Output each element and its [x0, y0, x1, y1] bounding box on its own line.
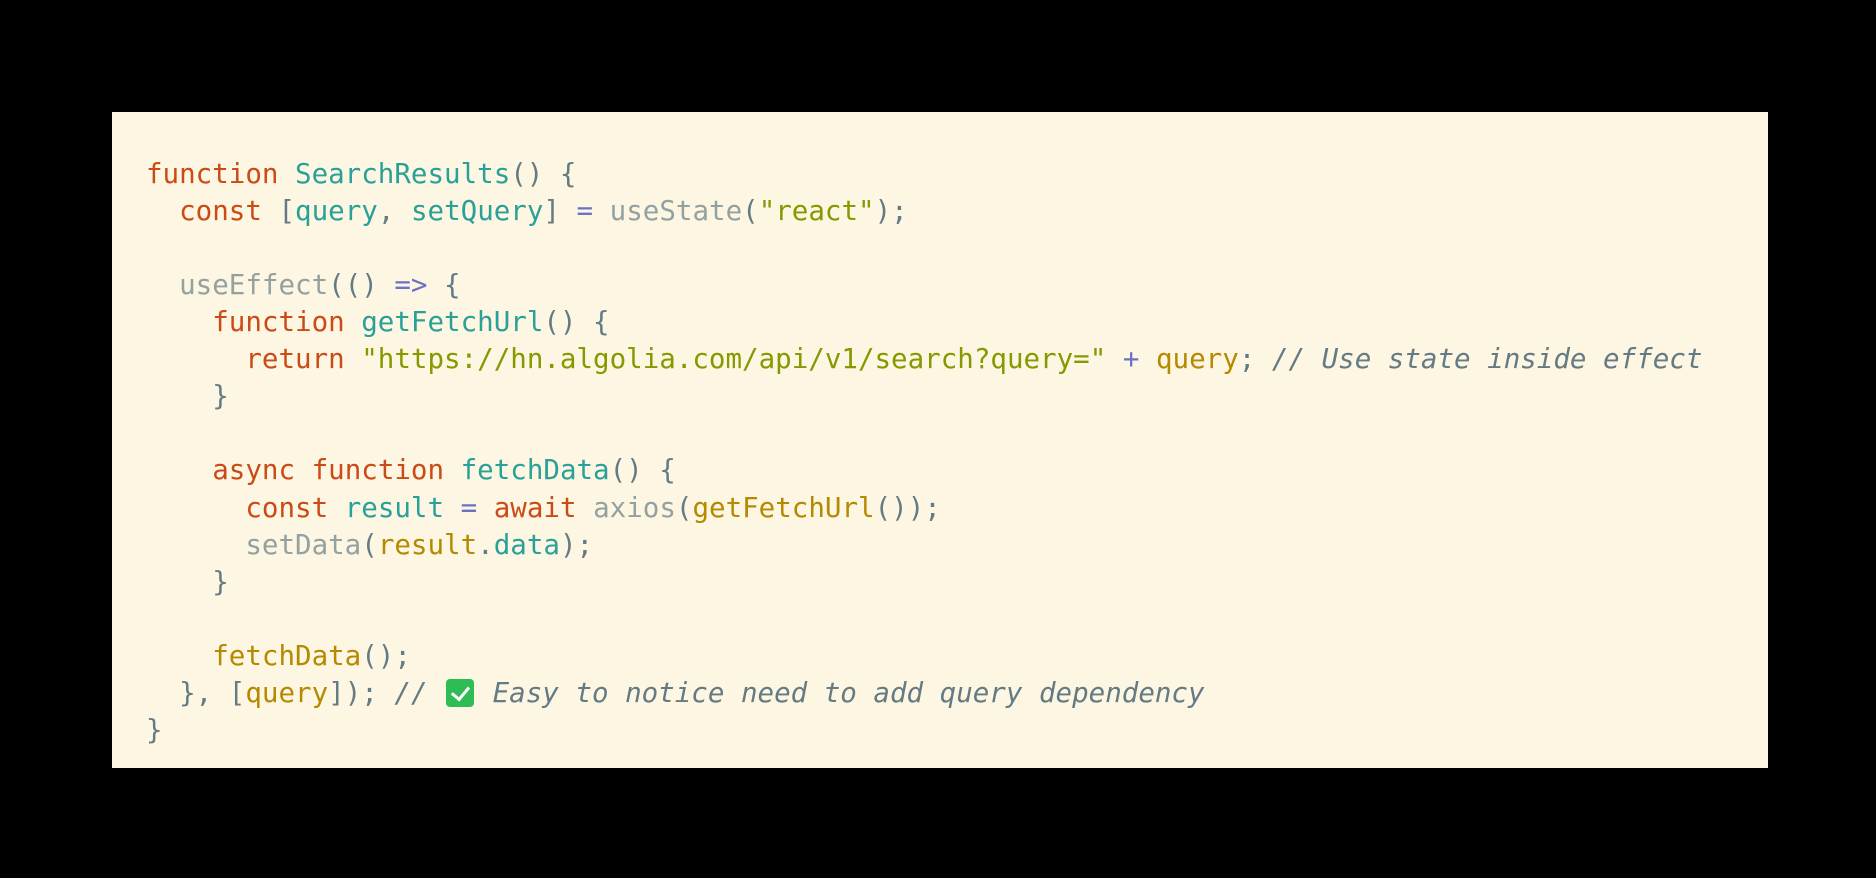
code-token-punct: }, [ [179, 677, 246, 709]
code-token-punct: ); [874, 195, 908, 227]
code-token-var: result [377, 529, 478, 561]
code-line: useEffect(() => { [146, 267, 461, 304]
code-token-var: fetchData [212, 640, 362, 672]
code-token-punct: () { [510, 158, 577, 190]
code-token-keyword: const [245, 492, 329, 524]
code-token-var: getFetchUrl [692, 492, 875, 524]
code-line: const [query, setQuery] = useState("reac… [146, 193, 908, 230]
code-token-name: result [344, 492, 445, 524]
code-line: fetchData(); [146, 638, 411, 675]
code-token-indent [146, 529, 245, 561]
code-token-punct: [ [278, 195, 296, 227]
code-token-name: query [295, 195, 378, 227]
code-token-punct: ]); [328, 677, 395, 709]
code-token-punct: } [212, 380, 229, 412]
code-token-call: axios [593, 492, 676, 524]
code-token-keyword: function [146, 158, 279, 190]
code-token-punct: () { [543, 306, 610, 338]
code-token-keyword: function [212, 306, 345, 338]
code-token-punct: ( [675, 492, 693, 524]
code-token-indent [146, 566, 212, 598]
code-line: } [146, 378, 229, 415]
check-mark-icon [446, 679, 475, 707]
code-token-indent [146, 380, 212, 412]
code-token-comment: // [394, 677, 445, 709]
code-token-operator: = [460, 492, 478, 524]
code-line: } [146, 712, 163, 749]
code-token-punct: } [146, 714, 163, 746]
code-token-punct: () { [609, 454, 676, 486]
code-token-keyword: async [212, 454, 296, 486]
code-token-punct: . [477, 529, 494, 561]
code-token-call: useEffect [179, 269, 329, 301]
code-token-var: query [245, 677, 329, 709]
code-token-var: query [1155, 343, 1239, 375]
code-token-punct: { [427, 269, 461, 301]
code-token-keyword: await [493, 492, 577, 524]
code-token-name: SearchResults [295, 158, 511, 190]
code-token-comment: // Use state inside effect [1271, 343, 1703, 375]
code-token-indent [146, 640, 212, 672]
code-token-keyword: return [245, 343, 345, 375]
code-line: function SearchResults() { [146, 156, 576, 193]
code-token-punct: (); [361, 640, 411, 672]
code-token-keyword: function [311, 454, 445, 486]
code-token-indent [146, 343, 245, 375]
code-panel: function SearchResults() { const [query,… [112, 112, 1768, 768]
code-token-indent [146, 454, 212, 486]
code-token-name: data [493, 529, 560, 561]
code-token-punct: } [212, 566, 229, 598]
code-token-indent [146, 306, 212, 338]
code-line: function getFetchUrl() { [146, 304, 610, 341]
code-line: const result = await axios(getFetchUrl()… [146, 490, 941, 527]
code-line: } [146, 564, 229, 601]
code-token-punct: ( [361, 529, 378, 561]
code-token-keyword: const [179, 195, 262, 227]
code-line: return "https://hn.algolia.com/api/v1/se… [146, 341, 1702, 378]
code-token-punct: ); [559, 529, 594, 561]
code-token-name: getFetchUrl [361, 306, 544, 338]
code-token-punct: ] [543, 195, 577, 227]
code-line: setData(result.data); [146, 527, 593, 564]
code-token-call: useState [609, 195, 743, 227]
code-token-punct: , [377, 195, 411, 227]
code-token-punct: ()); [874, 492, 941, 524]
code-token-operator: => [394, 269, 428, 301]
code-token-name: setQuery [410, 195, 544, 227]
code-token-indent [146, 677, 179, 709]
code-token-punct: (() [328, 269, 395, 301]
code-token-operator: = [576, 195, 594, 227]
code-line: async function fetchData() { [146, 452, 676, 489]
code-token-punct: ( [742, 195, 759, 227]
code-token-comment: Easy to notice need to add query depende… [476, 677, 1205, 709]
code-token-indent [146, 492, 245, 524]
code-token-indent [146, 269, 179, 301]
code-token-string: "react" [758, 195, 875, 227]
code-token-call: setData [245, 529, 362, 561]
code-line: }, [query]); // Easy to notice need to a… [146, 675, 1205, 712]
code-token-string: "https://hn.algolia.com/api/v1/search?qu… [361, 343, 1107, 375]
code-token-punct: ; [1238, 343, 1272, 375]
code-token-name: fetchData [460, 454, 610, 486]
code-token-indent [146, 195, 179, 227]
code-token-operator: + [1122, 343, 1140, 375]
